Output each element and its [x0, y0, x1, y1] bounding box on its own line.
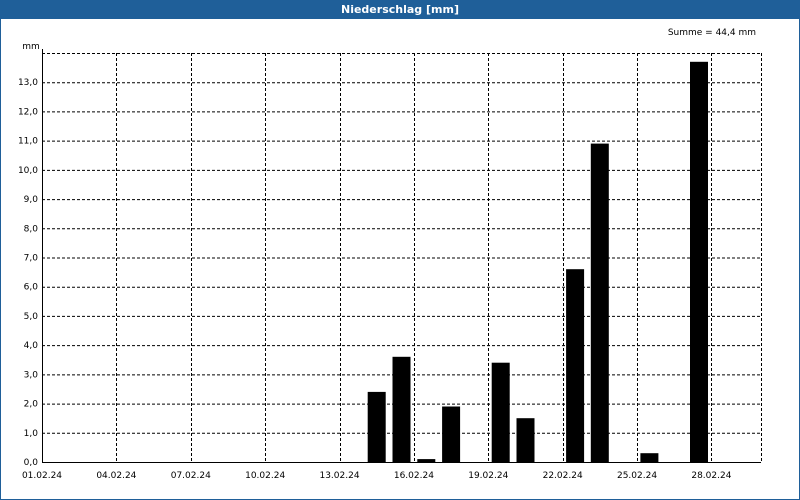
precipitation-bar	[392, 356, 411, 462]
x-tick-label: 19.02.24	[468, 471, 508, 481]
y-tick-label: 10,0	[18, 166, 38, 176]
precipitation-bar	[690, 61, 708, 463]
y-tick-labels: 0,0 1,0 2,0 3,0 4,0 5,0 6,0 7,0 8,0 9,0 10,0 11,0 12…	[18, 78, 38, 468]
precipitation-bar	[367, 391, 386, 462]
x-tick-label: 10.02.24	[245, 471, 285, 481]
precipitation-bar	[516, 418, 535, 462]
y-tick-label: 4,0	[24, 341, 39, 351]
precipitation-bar	[590, 143, 609, 462]
precipitation-bar	[640, 453, 659, 462]
y-tick-label: 0,0	[24, 458, 39, 468]
y-axis-unit-label: mm	[22, 42, 40, 52]
bar-series	[367, 61, 708, 463]
x-tick-label: 07.02.24	[171, 471, 211, 481]
y-tick-label: 8,0	[24, 224, 39, 234]
y-tick-label: 13,0	[18, 78, 38, 88]
x-tick-label: 13.02.24	[319, 471, 359, 481]
y-tick-label: 9,0	[24, 195, 39, 205]
y-tick-label: 5,0	[24, 312, 39, 322]
x-tick-label: 16.02.24	[394, 471, 434, 481]
x-tick-label: 25.02.24	[617, 471, 657, 481]
precipitation-bar	[442, 406, 461, 462]
y-tick-label: 1,0	[24, 429, 39, 439]
chart-title: Niederschlag [mm]	[1, 1, 799, 19]
precipitation-bar	[417, 459, 436, 462]
chart-window: Niederschlag [mm] Summe = 44,4 mm mm 0,0…	[0, 0, 800, 500]
x-tick-label: 22.02.24	[543, 471, 583, 481]
x-tick-label: 04.02.24	[96, 471, 136, 481]
x-tick-labels: 01.02.24 04.02.24 07.02.24 10.02.24 13.02.24…	[22, 471, 732, 481]
y-tick-label: 2,0	[24, 400, 39, 410]
y-tick-label: 7,0	[24, 254, 39, 264]
y-tick-label: 12,0	[18, 107, 38, 117]
y-tick-label: 3,0	[24, 370, 39, 380]
precipitation-chart: Summe = 44,4 mm mm 0,0 1,0 2,0 3,0 4,0 5,0 6,0…	[18, 28, 762, 481]
x-tick-label: 01.02.24	[22, 471, 62, 481]
y-tick-label: 11,0	[18, 137, 38, 147]
precipitation-bar	[491, 362, 510, 462]
y-tick-label: 6,0	[24, 283, 39, 293]
precipitation-bar	[566, 269, 585, 462]
sum-label: Summe = 44,4 mm	[668, 28, 756, 38]
x-tick-label: 28.02.24	[691, 471, 731, 481]
